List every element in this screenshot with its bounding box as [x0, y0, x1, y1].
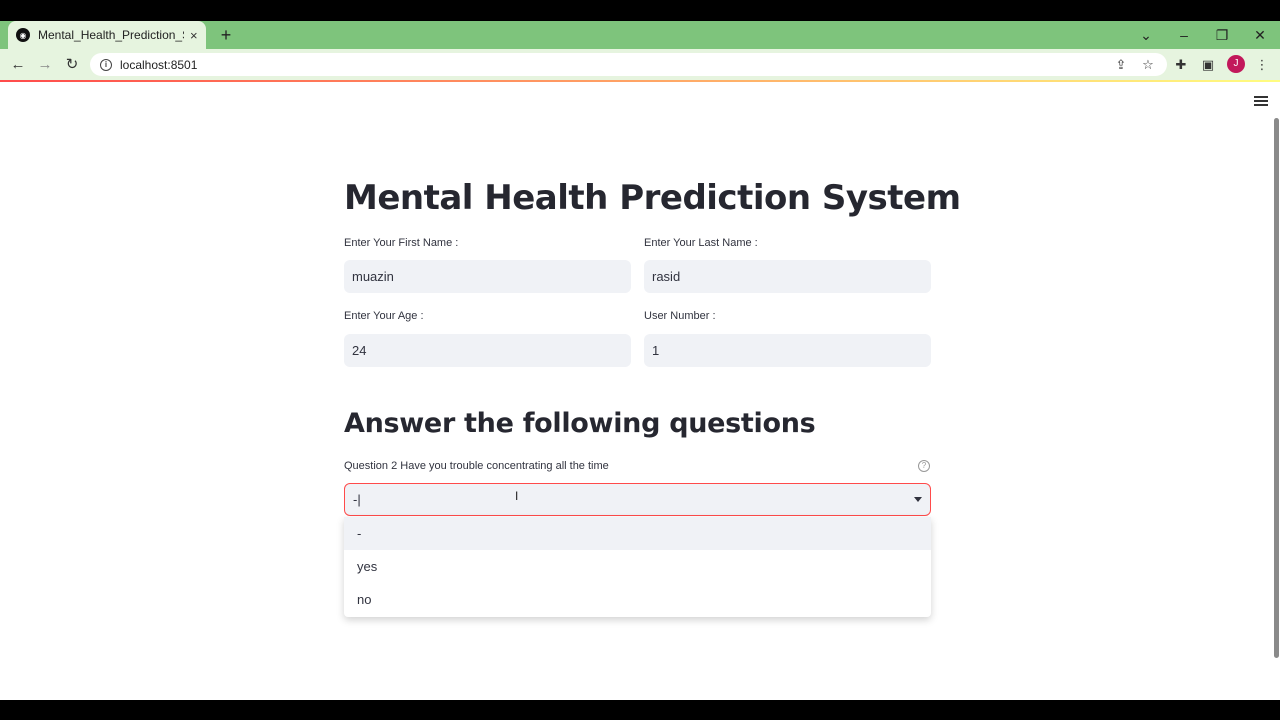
url-text: localhost:8501	[120, 57, 198, 72]
select-current-value: -|	[353, 492, 361, 507]
first-name-label: Enter Your First Name :	[344, 237, 459, 249]
decoration-bar	[0, 80, 1280, 82]
new-tab-button[interactable]: +	[216, 25, 236, 45]
tab-title: Mental_Health_Prediction_System	[38, 28, 184, 42]
age-input[interactable]: 24	[344, 334, 631, 367]
streamlit-favicon-icon: ◉	[16, 28, 30, 42]
option-yes[interactable]: yes	[344, 550, 931, 583]
question-select[interactable]: -|	[344, 483, 931, 516]
close-window-icon[interactable]: ✕	[1250, 25, 1270, 45]
screen: ◉ Mental_Health_Prediction_System × + ⌄ …	[0, 0, 1280, 720]
browser-menu-icon[interactable]: ⋮	[1252, 55, 1272, 75]
section-title: Answer the following questions	[344, 408, 816, 439]
age-label: Enter Your Age :	[344, 310, 424, 322]
minimize-icon[interactable]: –	[1174, 25, 1194, 45]
last-name-label: Enter Your Last Name :	[644, 237, 758, 249]
browser-tab[interactable]: ◉ Mental_Health_Prediction_System ×	[8, 21, 206, 49]
first-name-input[interactable]: muazin	[344, 260, 631, 293]
question-label: Question 2 Have you trouble concentratin…	[344, 460, 609, 472]
option-dash[interactable]: -	[344, 517, 931, 550]
back-arrow-icon[interactable]: ←	[8, 55, 28, 75]
user-number-input[interactable]: 1	[644, 334, 931, 367]
bottom-letterbox	[0, 700, 1280, 720]
user-number-label: User Number :	[644, 310, 716, 322]
option-no[interactable]: no	[344, 583, 931, 616]
reload-icon[interactable]: ↻	[62, 55, 82, 75]
text-cursor-icon: I	[515, 489, 519, 503]
restore-icon[interactable]: ❐	[1212, 25, 1232, 45]
share-icon[interactable]: ⇪	[1111, 55, 1131, 75]
page-title: Mental Health Prediction System	[344, 178, 961, 218]
site-info-icon[interactable]: i	[100, 58, 112, 71]
profile-avatar[interactable]: J	[1227, 55, 1245, 73]
hamburger-menu-icon[interactable]	[1254, 96, 1268, 106]
address-bar[interactable]: i localhost:8501	[90, 53, 1167, 76]
extensions-puzzle-icon[interactable]: ✚	[1171, 55, 1191, 75]
tab-close-icon[interactable]: ×	[190, 28, 198, 43]
bookmark-star-icon[interactable]: ☆	[1138, 55, 1158, 75]
caret-down-icon	[914, 497, 922, 502]
scrollbar[interactable]	[1274, 118, 1279, 658]
select-dropdown-menu: - yes no	[344, 517, 931, 617]
tab-search-chevron-icon[interactable]: ⌄	[1136, 25, 1156, 45]
last-name-input[interactable]: rasid	[644, 260, 931, 293]
app-page: Mental Health Prediction System Enter Yo…	[0, 80, 1280, 700]
help-question-icon[interactable]: ?	[918, 460, 930, 472]
forward-arrow-icon[interactable]: →	[35, 55, 55, 75]
side-panel-icon[interactable]: ▣	[1198, 55, 1218, 75]
